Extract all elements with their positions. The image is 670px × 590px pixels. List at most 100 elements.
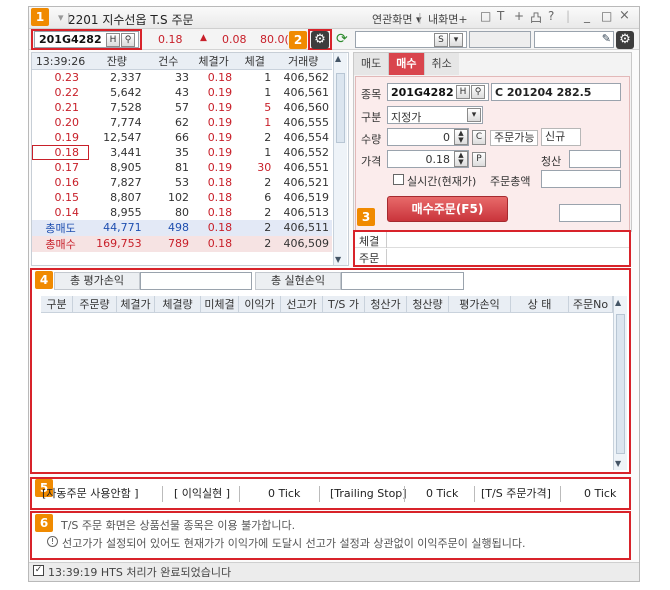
qty-input[interactable]: 0 ▲ ▼ (387, 128, 469, 146)
menu-divider: | (418, 11, 422, 24)
table-row[interactable]: 0.14 8,955 80 0.18 2 406,513 (32, 205, 332, 220)
my-screen-menu[interactable]: 내화면+ (428, 11, 468, 27)
close-icon[interactable]: × (619, 8, 630, 23)
code-input[interactable]: 201G4282 H ⚲ (34, 31, 139, 48)
pnl-scroll-down-icon[interactable]: ▼ (615, 459, 621, 468)
row-total: 406,562 (283, 70, 330, 84)
maximize-icon[interactable]: □ (601, 9, 612, 23)
table-row[interactable]: 0.21 7,528 57 0.19 5 406,560 (32, 100, 332, 115)
avail-label[interactable]: 주문가능 (490, 130, 539, 146)
order-code-input[interactable]: 201G4282 H ⚲ (387, 83, 489, 101)
gear-icon[interactable]: ⚙ (311, 31, 329, 49)
ts-divider (239, 486, 240, 502)
print-icon[interactable]: 凸 (530, 9, 542, 26)
chevron-down-icon[interactable]: ▾ (449, 33, 463, 47)
account-s-button[interactable]: S (434, 33, 448, 47)
c-button[interactable]: C (472, 130, 486, 145)
profit-take-toggle[interactable]: [ 이익실현 ] (174, 483, 230, 505)
scroll-up-icon[interactable]: ▲ (335, 54, 341, 63)
pnl-scroll-up-icon[interactable]: ▲ (615, 298, 621, 307)
table-row[interactable]: 0.20 7,774 62 0.19 1 406,555 (32, 115, 332, 130)
ts-price-tick-value[interactable]: 0 Tick (584, 483, 616, 505)
row-qty: 8,905 (110, 160, 142, 174)
table-row[interactable]: 0.19 12,547 66 0.19 2 406,554 (32, 130, 332, 145)
row-price: 0.20 (54, 115, 80, 129)
tick-header-count: 건수 (158, 55, 179, 68)
row-price: 0.19 (54, 130, 80, 144)
order-search-icon[interactable]: ⚲ (471, 85, 485, 99)
qty-label: 수량 (361, 133, 382, 146)
minimize-icon[interactable]: _ (584, 9, 590, 23)
add-icon[interactable]: + (514, 9, 524, 23)
callout-badge-2: 2 (289, 31, 307, 49)
order-h-button[interactable]: H (456, 85, 470, 99)
account-gear-icon[interactable]: ⚙ (616, 31, 634, 49)
pnl-scrollbar[interactable]: ▲ ▼ (613, 296, 627, 470)
row-price-current: 0.18 (32, 144, 90, 160)
tick-scrollbar[interactable]: ▲ ▼ (333, 53, 347, 265)
fill-divider (386, 232, 387, 248)
row-count: 80 (174, 205, 189, 219)
row-count: 35 (174, 145, 189, 159)
row-trade: 0.19 (207, 100, 233, 114)
ts-divider (319, 486, 320, 502)
total-bid-row: 총매수 169,753 789 0.18 2 406,509 (32, 235, 332, 252)
row-trade: 0.19 (207, 145, 233, 159)
price-input[interactable]: 0.18 ▲ ▼ (387, 150, 469, 168)
password-input[interactable]: ✎ (534, 31, 614, 48)
ts-order-price-toggle[interactable]: [T/S 주문가격] (481, 483, 551, 505)
order-row: 주문 (355, 249, 629, 265)
p-button[interactable]: P (472, 152, 486, 167)
h-button[interactable]: H (106, 33, 120, 47)
table-row[interactable]: 0.22 5,642 43 0.19 1 406,561 (32, 85, 332, 100)
row-qty: 7,774 (110, 115, 142, 129)
table-row[interactable]: 0.17 8,905 81 0.19 30 406,551 (32, 160, 332, 175)
row-trade: 0.19 (207, 85, 233, 99)
row-price: 0.14 (54, 205, 80, 219)
table-row-current[interactable]: 0.18 3,441 35 0.19 1 406,552 (32, 144, 332, 160)
total-bid-vol: 2 (264, 237, 272, 250)
tab-buy[interactable]: 매수 (389, 53, 424, 75)
type-chevron-down-icon[interactable]: ▾ (467, 108, 481, 122)
row-trade: 0.19 (207, 115, 233, 129)
trailing-stop-toggle[interactable]: [Trailing Stop] (330, 483, 407, 505)
info-icon: ! (47, 536, 58, 547)
scroll-thumb[interactable] (336, 73, 345, 143)
price-change: 0.08 (222, 33, 247, 46)
row-total: 406,513 (283, 205, 330, 219)
qty-value: 0 (443, 131, 450, 144)
qty-stepper[interactable]: ▲ ▼ (454, 129, 468, 145)
table-row[interactable]: 0.15 8,807 102 0.18 6 406,519 (32, 190, 332, 205)
pnl-scroll-thumb[interactable] (616, 314, 625, 454)
refresh-icon[interactable]: ⟳ (336, 31, 352, 47)
realtime-checkbox[interactable] (393, 174, 404, 185)
fill-row: 체결 (355, 232, 629, 248)
table-row[interactable]: 0.16 7,827 53 0.18 2 406,521 (32, 175, 332, 190)
eraser-icon[interactable]: ✎ (602, 32, 611, 45)
settle-field (569, 150, 621, 168)
row-count: 57 (174, 100, 189, 114)
window-icon[interactable]: □ (480, 9, 491, 23)
col-type: 구분 (41, 296, 73, 313)
related-screen-menu[interactable]: 연관화면 ▾ (372, 11, 422, 27)
tab-cancel[interactable]: 취소 (423, 53, 459, 75)
font-icon[interactable]: T (497, 9, 504, 23)
total-bid-qty: 169,753 (96, 237, 142, 250)
profit-tick-value[interactable]: 0 Tick (268, 483, 300, 505)
scroll-down-icon[interactable]: ▼ (335, 255, 341, 264)
trailing-tick-value[interactable]: 0 Tick (426, 483, 458, 505)
help-icon[interactable]: ? (548, 9, 554, 23)
table-row[interactable]: 0.23 2,337 33 0.18 1 406,562 (32, 70, 332, 85)
price-stepper[interactable]: ▲ ▼ (454, 151, 468, 167)
row-count: 102 (167, 190, 189, 204)
buy-order-button[interactable]: 매수주문(F5) (387, 196, 508, 222)
auto-order-toggle[interactable]: [자동주문 사용안함 ] (42, 483, 139, 505)
account-input[interactable]: S ▾ (355, 31, 467, 48)
row-qty: 3,441 (110, 145, 142, 159)
callout-badge-1: 1 (31, 8, 49, 26)
order-type-select[interactable]: 지정가 ▾ (387, 106, 483, 124)
tab-sell[interactable]: 매도 (354, 53, 390, 75)
total-bid-trade: 0.18 (207, 237, 233, 250)
ts-divider (162, 486, 163, 502)
search-icon[interactable]: ⚲ (121, 33, 135, 47)
